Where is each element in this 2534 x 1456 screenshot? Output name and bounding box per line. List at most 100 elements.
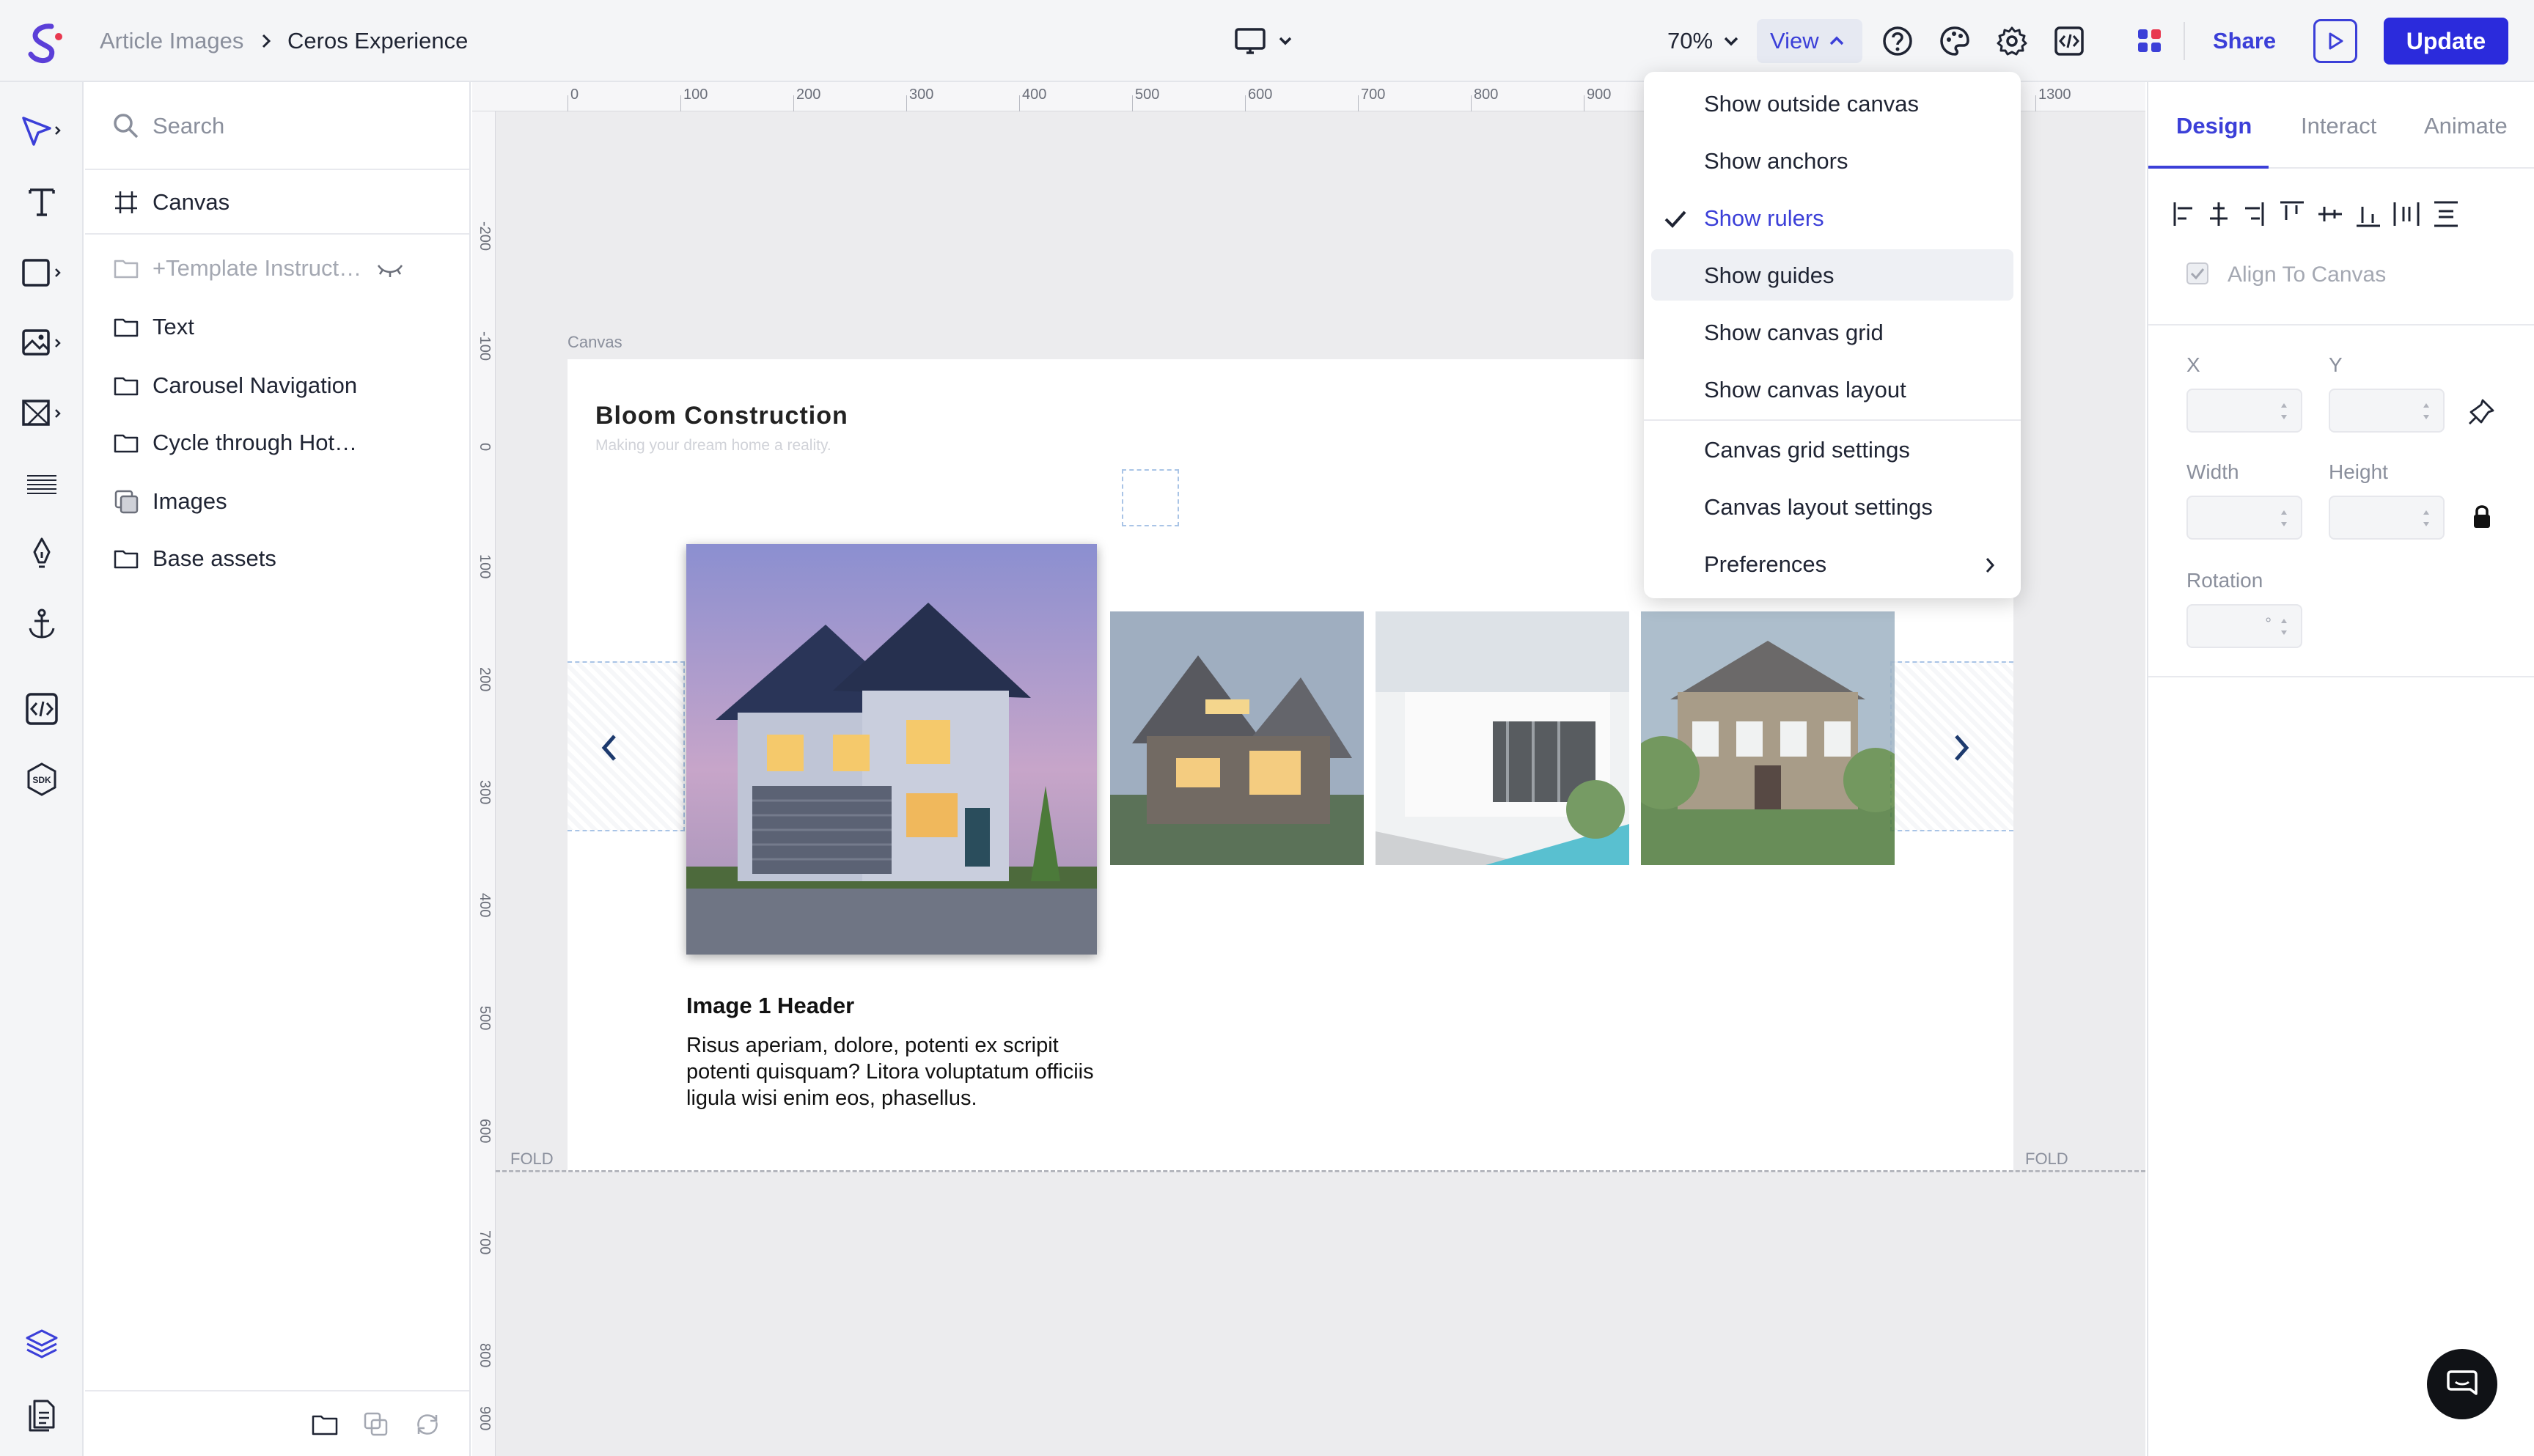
pin-icon[interactable] [2467,397,2496,427]
layers-toggle[interactable] [19,1321,65,1367]
ceros-logo[interactable] [22,19,67,65]
breadcrumb-parent[interactable]: Article Images [100,28,243,54]
chevron-down-icon[interactable] [1723,34,1739,48]
stepper-icon [2281,619,2287,635]
select-tool[interactable] [19,109,65,154]
pen-tool[interactable] [19,531,65,576]
chevron-left-icon [601,735,616,761]
layer-cycle-hotspots[interactable]: Cycle through Hot… [85,413,469,472]
checkmark-icon [1664,210,1686,228]
text-tool[interactable] [19,179,65,224]
y-input[interactable] [2329,389,2445,433]
rotation-label: Rotation [2186,569,2263,592]
carousel-prev-hotspot[interactable] [568,661,685,831]
embed-tool[interactable] [19,686,65,732]
section-divider [2148,676,2534,677]
menu-show-rulers[interactable]: Show rulers [1644,192,2021,243]
height-label: Height [2329,460,2388,483]
brand-subtitle[interactable]: Making your dream home a reality. [595,437,831,455]
ruler-tick-label: 0 [570,87,579,103]
sdk-tool[interactable]: SDK [19,757,65,802]
menu-canvas-layout-settings[interactable]: Canvas layout settings [1644,481,2021,532]
frame-tool[interactable] [19,390,65,435]
menu-label: Show rulers [1704,205,1824,231]
house-image-4[interactable] [1641,611,1895,865]
ruler-tick-label: 500 [1135,87,1160,103]
chat-icon [2447,1370,2478,1395]
house-image-3[interactable] [1376,611,1629,865]
tab-animate[interactable]: Animate [2424,113,2508,139]
menu-preferences[interactable]: Preferences [1644,538,2021,589]
update-button[interactable]: Update [2384,18,2508,65]
stepper-icon [2281,403,2287,419]
fold-line [496,1170,2145,1172]
apps-grid-icon [2138,29,2161,52]
pages-toggle[interactable] [19,1391,65,1437]
house-image-2[interactable] [1110,611,1364,865]
anchor-icon [29,608,55,639]
layer-base-assets[interactable]: Base assets [85,529,469,588]
menu-canvas-grid-settings[interactable]: Canvas grid settings [1644,424,2021,475]
line-tool[interactable] [19,460,65,506]
house-image-main[interactable] [686,544,1097,955]
tab-interact[interactable]: Interact [2301,113,2376,139]
menu-show-anchors[interactable]: Show anchors [1644,135,2021,186]
distribute-h-icon [2393,202,2420,226]
menu-show-guides[interactable]: Show guides [1651,249,2013,301]
x-input[interactable] [2186,389,2302,433]
ruler-tick [793,95,794,111]
layer-label: Canvas [153,189,230,215]
hotspot-placeholder[interactable] [1122,469,1179,526]
align-left-icon [2173,202,2192,226]
lock-icon[interactable] [2471,503,2493,531]
carousel-next-hotspot[interactable] [1890,661,2013,831]
layer-canvas[interactable]: Canvas [85,173,469,232]
ruler-tick-label: 900 [1587,87,1612,103]
pages-icon [29,1400,55,1432]
breadcrumb-current[interactable]: Ceros Experience [287,28,468,54]
align-toolbar[interactable] [2172,198,2494,230]
width-input[interactable] [2186,496,2302,540]
menu-show-canvas-layout[interactable]: Show canvas layout [1644,364,2021,415]
card-header[interactable]: Image 1 Header [686,993,854,1019]
layer-label: Base assets [153,545,276,571]
layer-template-instructions[interactable]: +Template Instruct… [85,239,469,298]
settings-button[interactable] [1993,22,2031,60]
canvas-tag: Canvas [568,333,623,351]
share-button[interactable]: Share [2213,28,2276,54]
device-preview-dropdown[interactable] [1233,22,1299,60]
height-input[interactable] [2329,496,2445,540]
layer-label: Carousel Navigation [153,372,358,398]
shape-tool[interactable] [19,249,65,295]
layer-carousel-navigation[interactable]: Carousel Navigation [85,356,469,415]
menu-show-outside-canvas[interactable]: Show outside canvas [1644,78,2021,129]
layer-search[interactable]: Search [85,82,469,170]
brand-title[interactable]: Bloom Construction [595,402,848,430]
view-menu-button[interactable]: View [1757,19,1862,63]
image-tool[interactable] [19,320,65,365]
code-embed-button[interactable] [2050,22,2088,60]
new-folder-icon[interactable] [311,1411,339,1438]
tab-design[interactable]: Design [2176,113,2252,139]
menu-show-canvas-grid[interactable]: Show canvas grid [1644,306,2021,358]
anchor-tool[interactable] [19,601,65,647]
help-button[interactable] [1879,22,1917,60]
ruler-tick-label: 300 [477,780,493,805]
card-body[interactable]: Risus aperiam, dolore, potenti ex scripi… [686,1032,1104,1111]
ruler-tick [2035,95,2036,111]
theme-button[interactable] [1936,22,1974,60]
apps-button[interactable] [2131,22,2169,60]
zoom-level[interactable]: 70% [1667,28,1713,54]
preview-button[interactable] [2313,19,2357,63]
chat-support-button[interactable] [2427,1349,2497,1419]
hidden-eye-icon[interactable] [375,258,405,280]
rotation-input[interactable]: ° [2186,604,2302,648]
layer-images[interactable]: Images [85,472,469,531]
search-placeholder: Search [153,113,225,139]
folder-icon [114,318,139,337]
refresh-icon[interactable] [414,1411,441,1438]
folder-icon [114,260,139,279]
layer-text[interactable]: Text [85,298,469,356]
align-to-canvas-checkbox[interactable] [2186,262,2208,284]
group-icon[interactable] [362,1411,390,1438]
